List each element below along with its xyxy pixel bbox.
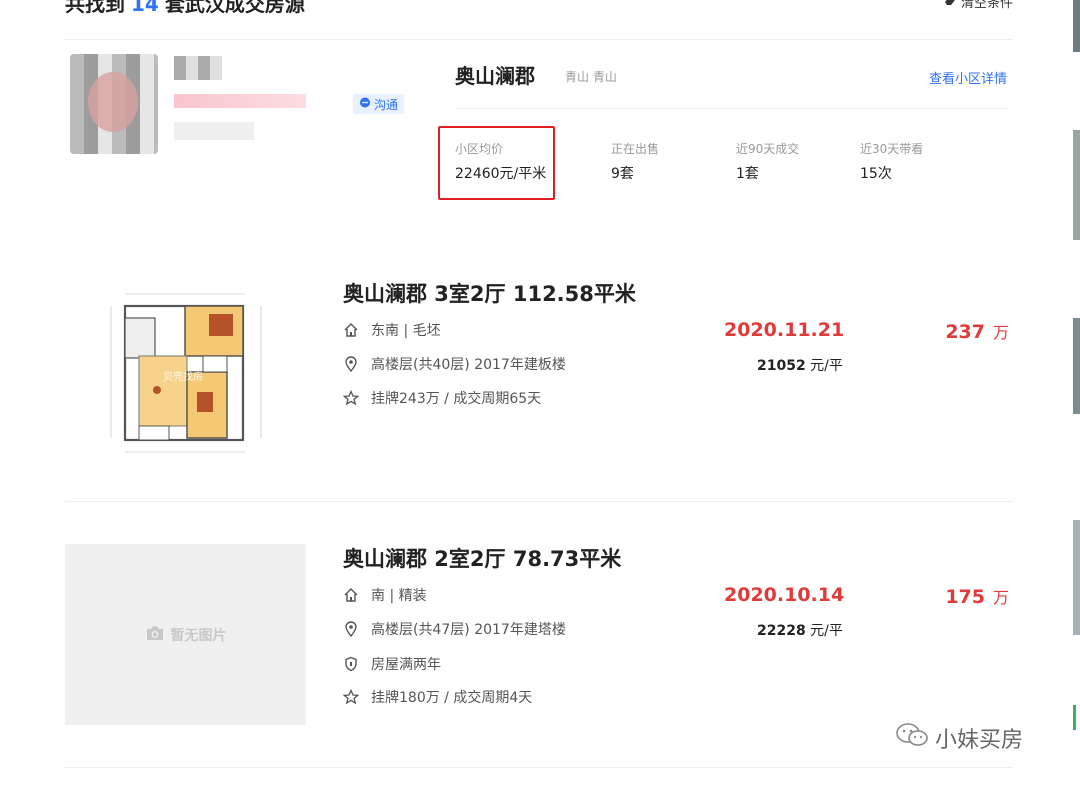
sidebar-tag [1073, 705, 1076, 730]
star-icon [343, 390, 359, 406]
house-icon [343, 587, 359, 603]
chat-label: 沟通 [374, 97, 399, 112]
stat-value: 15次 [860, 166, 892, 182]
stat-label: 近30天带看 [860, 142, 924, 156]
stat-value: 9套 [611, 166, 634, 182]
community-detail-link[interactable]: 查看小区详情 [929, 68, 1007, 87]
shield-icon [343, 656, 359, 672]
listing-item[interactable]: 暂无图片 奥山澜郡 2室2厅 78.73平米 南 | 精装 高楼层(共47层) … [65, 543, 1015, 743]
listing-tag-row: 房屋满两年 [343, 654, 441, 674]
wechat-watermark: 小妹买房 [895, 722, 1023, 754]
sidebar-thumb[interactable] [1073, 130, 1080, 240]
results-count-title: 共找到 14 套武汉成交房源 [65, 0, 305, 17]
chat-button[interactable]: 沟通 [353, 94, 405, 114]
clear-filters-button[interactable]: 清空条件 [943, 0, 1013, 11]
camera-icon [145, 625, 165, 645]
unit-price-value: 22228 [757, 623, 806, 639]
clear-filters-label: 清空条件 [960, 0, 1013, 11]
stat-value: 1套 [736, 166, 759, 182]
listing-divider [65, 501, 1013, 502]
wechat-icon [895, 722, 929, 754]
avg-price-highlight-box [438, 126, 555, 200]
agent-card: 沟通 [70, 52, 420, 162]
unit-price-value: 21052 [757, 358, 806, 374]
location-pin-icon [343, 356, 359, 372]
listing-divider [65, 767, 1013, 768]
total-price-value: 175 [945, 586, 985, 608]
sidebar-thumb[interactable] [1073, 318, 1080, 414]
total-price-unit: 万 [992, 588, 1009, 607]
agent-name-redacted [174, 56, 222, 80]
star-icon [343, 689, 359, 705]
total-price-unit: 万 [992, 323, 1009, 342]
listing-item[interactable]: 贝壳找房 奥山澜郡 3室2厅 112.58平米 东南 | 毛坯 高楼层(共40层… [65, 278, 1015, 478]
eraser-icon [943, 0, 957, 10]
floorplan-watermark: 贝壳找房 [163, 372, 203, 383]
unit-price-suffix: 元/平 [805, 358, 843, 374]
no-image-label: 暂无图片 [170, 627, 227, 644]
listing-floor-row: 高楼层(共47层) 2017年建塔楼 [343, 619, 566, 639]
stat-label: 近90天成交 [736, 142, 800, 156]
listing-tag: 房屋满两年 [371, 657, 441, 673]
agent-info-redacted [174, 122, 254, 140]
results-header: 共找到 14 套武汉成交房源 清空条件 [65, 0, 1015, 28]
total-price: 175 万 [945, 584, 1009, 608]
community-divider [455, 108, 1007, 109]
results-suffix: 套武汉成交房源 [164, 0, 305, 16]
listing-floor: 高楼层(共47层) 2017年建塔楼 [371, 622, 566, 638]
right-sidebar-edge [1073, 0, 1080, 785]
listing-title[interactable]: 奥山澜郡 3室2厅 112.58平米 [343, 278, 636, 308]
listing-orientation-row: 东南 | 毛坯 [343, 320, 441, 340]
sidebar-thumb[interactable] [1073, 0, 1080, 52]
deal-date: 2020.10.14 [724, 584, 845, 606]
listing-info-row: 挂牌243万 / 成交周期65天 [343, 388, 541, 408]
stat-label: 正在出售 [611, 142, 660, 156]
stat-deals-90d: 近90天成交 1套 [736, 140, 799, 183]
header-divider [65, 39, 1013, 40]
house-icon [343, 322, 359, 338]
listing-orientation: 东南 | 毛坯 [371, 323, 441, 339]
community-name[interactable]: 奥山澜郡 [455, 60, 535, 89]
listing-orientation: 南 | 精装 [371, 588, 427, 604]
results-count: 14 [131, 0, 159, 16]
listing-floor-row: 高楼层(共40层) 2017年建板楼 [343, 354, 566, 374]
deal-date: 2020.11.21 [724, 319, 845, 341]
agent-phone-redacted [174, 94, 306, 108]
stat-visits-30d: 近30天带看 15次 [860, 140, 923, 183]
community-area: 青山 青山 [565, 70, 617, 84]
results-prefix: 共找到 [65, 0, 125, 16]
agent-avatar[interactable] [70, 54, 158, 154]
stat-on-sale: 正在出售 9套 [611, 140, 659, 183]
total-price-value: 237 [945, 321, 985, 343]
watermark-text: 小妹买房 [935, 728, 1024, 753]
listing-info: 挂牌180万 / 成交周期4天 [371, 690, 533, 706]
sidebar-thumb[interactable] [1073, 520, 1080, 635]
chat-bubble-icon [359, 97, 371, 112]
no-image-placeholder[interactable]: 暂无图片 [65, 544, 306, 725]
listing-title[interactable]: 奥山澜郡 2室2厅 78.73平米 [343, 543, 621, 573]
listing-orientation-row: 南 | 精装 [343, 585, 427, 605]
listing-floor: 高楼层(共40层) 2017年建板楼 [371, 357, 566, 373]
listing-info-row: 挂牌180万 / 成交周期4天 [343, 687, 532, 707]
unit-price: 22228 元/平 [757, 620, 843, 640]
total-price: 237 万 [945, 319, 1009, 343]
floorplan-image[interactable]: 贝壳找房 [105, 288, 270, 458]
location-pin-icon [343, 621, 359, 637]
listing-info: 挂牌243万 / 成交周期65天 [371, 391, 542, 407]
unit-price-suffix: 元/平 [805, 623, 843, 639]
unit-price: 21052 元/平 [757, 355, 843, 375]
